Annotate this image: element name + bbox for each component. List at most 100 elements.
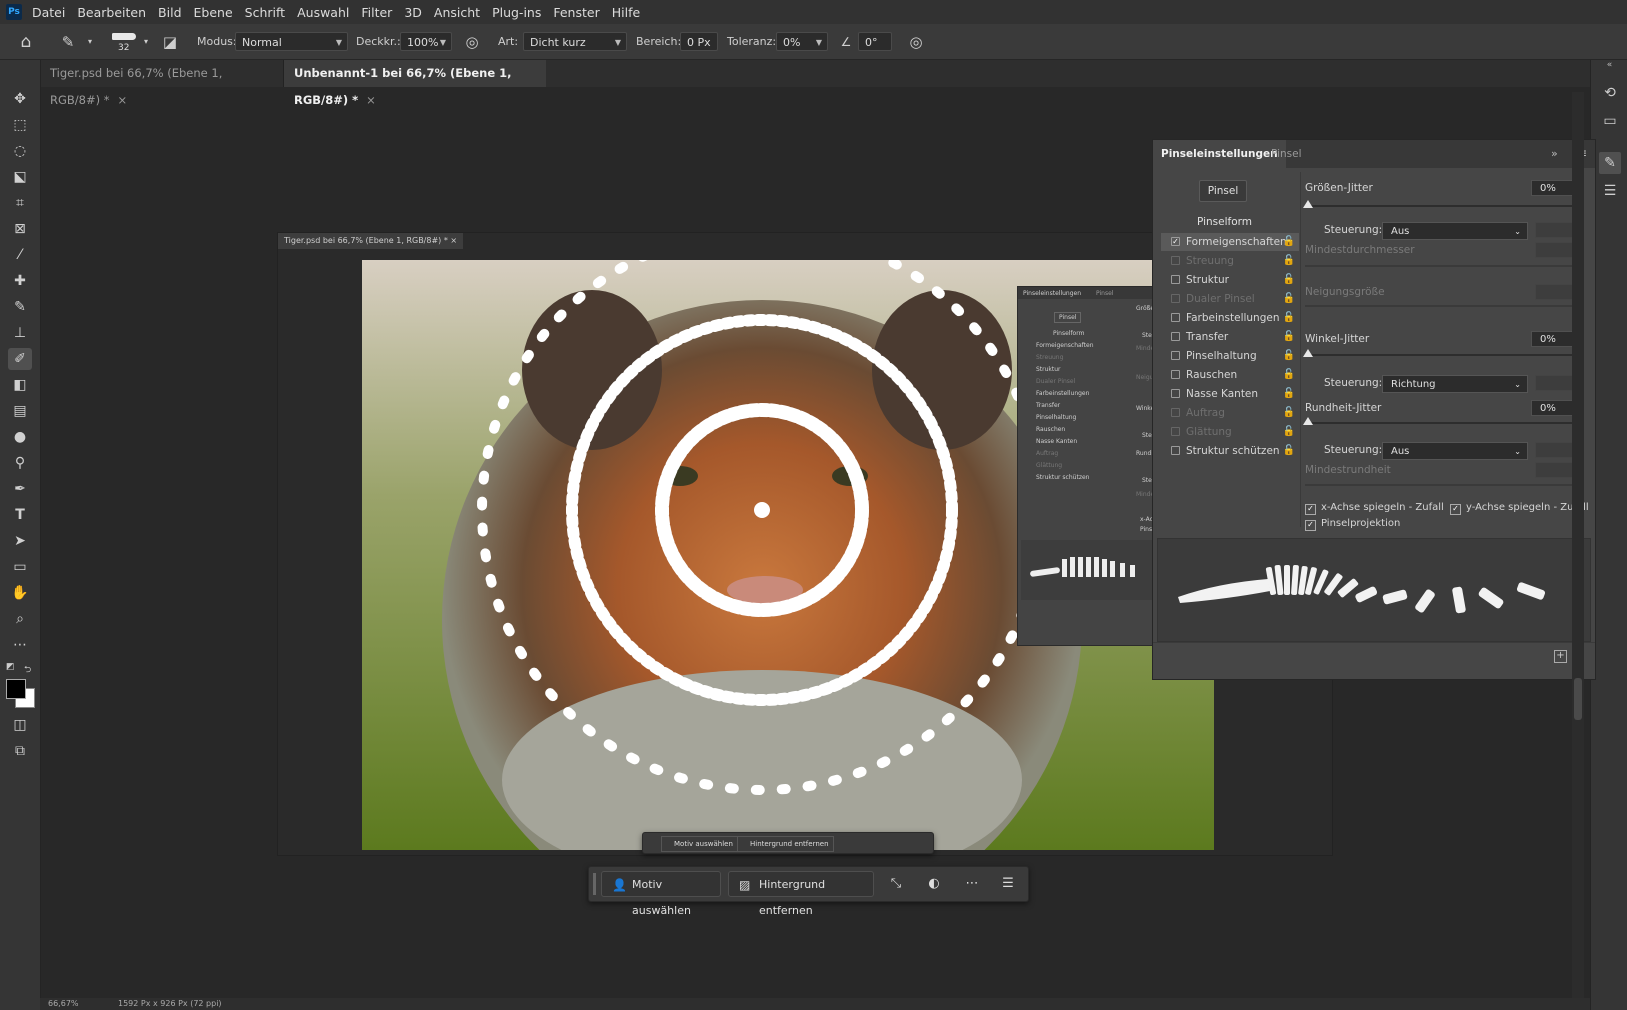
tab-tiger[interactable]: Tiger.psd bei 66,7% (Ebene 1, RGB/8#) * × (40, 60, 284, 107)
tab-pinsel[interactable]: Pinsel (1263, 140, 1310, 168)
frame-tool-icon[interactable]: ⊠ (8, 218, 32, 240)
brush-settings-toggle-icon[interactable]: ◪ (160, 32, 180, 52)
checkbox[interactable] (1171, 256, 1180, 265)
hintergrund-entfernen-button[interactable]: ▨ Hintergrund entfernen (728, 871, 874, 917)
eraser-tool-icon[interactable]: ◧ (8, 374, 32, 396)
gradient-tool-icon[interactable]: ▤ (8, 400, 32, 422)
option-streuung[interactable]: Streuung 🔓 (1161, 252, 1299, 270)
lock-icon[interactable]: 🔓 (1283, 252, 1295, 270)
option-pinselhaltung[interactable]: Pinselhaltung 🔓 (1161, 347, 1299, 365)
y-achse-spiegeln-checkbox[interactable]: ✓ y-Achse spiegeln - Zufall (1450, 502, 1589, 515)
toleranz-input[interactable]: 0% ▼ (776, 32, 828, 51)
zoom-tool-icon[interactable]: ⌕ (8, 608, 32, 630)
menu-plugins[interactable]: Plug-ins (492, 5, 541, 20)
lasso-tool-icon[interactable]: ◌ (8, 140, 32, 162)
default-colors-icon[interactable]: ◩ (6, 662, 15, 672)
menu-fenster[interactable]: Fenster (553, 5, 599, 20)
menu-hilfe[interactable]: Hilfe (612, 5, 640, 20)
checkbox[interactable] (1171, 446, 1180, 455)
close-tab-unbenannt-icon[interactable]: × (366, 93, 376, 107)
option-glaettung[interactable]: Glättung 🔓 (1161, 423, 1299, 441)
vertical-scrollbar[interactable] (1572, 92, 1584, 998)
close-document-window-icon[interactable]: × (450, 236, 457, 245)
comments-icon[interactable]: ▭ (1599, 110, 1621, 132)
option-rauschen[interactable]: Rauschen 🔓 (1161, 366, 1299, 384)
more-tools-icon[interactable]: ⋯ (8, 634, 32, 656)
foreground-color-swatch[interactable] (6, 679, 26, 699)
quick-mask-icon[interactable]: ◫ (8, 714, 32, 736)
document-dimensions[interactable]: 1592 Px x 926 Px (72 ppi) (118, 999, 222, 1008)
steuerung-select-2[interactable]: Richtung ⌄ (1382, 375, 1528, 393)
option-farbeinstellungen[interactable]: Farbeinstellungen 🔓 (1161, 309, 1299, 327)
checkbox[interactable] (1171, 351, 1180, 360)
option-struktur[interactable]: Struktur 🔓 (1161, 271, 1299, 289)
menu-bearbeiten[interactable]: Bearbeiten (77, 5, 146, 20)
swap-colors-icon[interactable]: ⮌ (24, 662, 31, 678)
menu-datei[interactable]: Datei (32, 5, 65, 20)
brush-settings-panel-icon[interactable]: ✎ (1599, 152, 1621, 174)
new-brush-preset-icon[interactable]: + (1554, 650, 1567, 663)
marquee-tool-icon[interactable]: ⬚ (8, 114, 32, 136)
checkbox-checked-icon[interactable]: ✓ (1305, 520, 1316, 531)
checkbox[interactable] (1171, 313, 1180, 322)
groessen-jitter-thumb[interactable] (1303, 200, 1313, 208)
hand-tool-icon[interactable]: ✋ (8, 582, 32, 604)
settings-sliders-icon[interactable]: ☰ (995, 871, 1021, 897)
pinsel-presets-button[interactable]: Pinsel (1199, 180, 1247, 202)
hintergrund-button-small[interactable]: Hintergrund entfernen (737, 836, 834, 852)
art-select[interactable]: Dicht kurz ▼ (523, 32, 627, 51)
motiv-auswaehlen-button[interactable]: 👤 Motiv auswählen (601, 871, 721, 917)
drag-handle-icon[interactable] (593, 873, 596, 895)
screen-mode-icon[interactable]: ⧉ (8, 740, 32, 762)
move-tool-icon[interactable]: ✥ (8, 88, 32, 110)
clone-stamp-tool-icon[interactable]: ⊥ (8, 322, 32, 344)
menu-ebene[interactable]: Ebene (194, 5, 233, 20)
crop-tool-icon[interactable]: ⌗ (8, 192, 32, 214)
rundheit-jitter-thumb[interactable] (1303, 417, 1313, 425)
modus-select[interactable]: Normal ▼ (235, 32, 348, 51)
lock-icon[interactable]: 🔓 (1283, 366, 1295, 384)
option-auftrag[interactable]: Auftrag 🔓 (1161, 404, 1299, 422)
lock-icon[interactable]: 🔓 (1283, 423, 1295, 441)
lock-icon[interactable]: 🔓 (1283, 233, 1295, 251)
lock-icon[interactable]: 🔓 (1283, 309, 1295, 327)
checkbox[interactable] (1171, 389, 1180, 398)
bereich-input[interactable]: 0 Px (680, 32, 718, 51)
winkel-jitter-slider[interactable] (1305, 354, 1581, 356)
checkbox[interactable] (1171, 294, 1180, 303)
type-tool-icon[interactable]: T (8, 504, 32, 526)
menu-ansicht[interactable]: Ansicht (434, 5, 480, 20)
zoom-readout[interactable]: 66,67% (48, 999, 79, 1008)
lock-icon[interactable]: 🔓 (1283, 404, 1295, 422)
mask-icon[interactable]: ◐ (921, 871, 947, 897)
brush-presets-panel-icon[interactable]: ☰ (1599, 180, 1621, 202)
more-options-icon[interactable]: ⋯ (959, 871, 985, 897)
menu-filter[interactable]: Filter (361, 5, 392, 20)
expand-panels-icon[interactable]: « (1591, 60, 1627, 70)
mixer-brush-tool-icon[interactable]: ✎ (58, 32, 78, 52)
eyedropper-tool-icon[interactable]: ⁄ (8, 244, 32, 266)
groessen-jitter-slider[interactable] (1305, 205, 1581, 207)
checkbox[interactable]: ✓ (1171, 237, 1180, 246)
mixer-brush-tool-icon[interactable]: ✐ (8, 348, 32, 370)
close-tab-tiger-icon[interactable]: × (118, 93, 128, 107)
angle-input[interactable]: 0° (858, 32, 892, 51)
checkbox[interactable] (1171, 332, 1180, 341)
brush-picker-chevron-icon[interactable]: ▾ (136, 32, 156, 52)
tab-unbenannt[interactable]: Unbenannt-1 bei 66,7% (Ebene 1, RGB/8#) … (284, 60, 546, 107)
motiv-button-small[interactable]: Motiv auswählen (661, 836, 738, 852)
option-nasse-kanten[interactable]: Nasse Kanten 🔓 (1161, 385, 1299, 403)
lock-icon[interactable]: 🔓 (1283, 385, 1295, 403)
checkbox[interactable] (1171, 370, 1180, 379)
option-transfer[interactable]: Transfer 🔓 (1161, 328, 1299, 346)
vertical-scrollbar-thumb[interactable] (1574, 678, 1582, 720)
checkbox[interactable] (1171, 408, 1180, 417)
menu-3d[interactable]: 3D (404, 5, 422, 20)
option-formeigenschaften[interactable]: ✓ Formeigenschaften 🔓 (1161, 233, 1299, 251)
path-selection-tool-icon[interactable]: ➤ (8, 530, 32, 552)
deckkraft-input[interactable]: 100% ▼ (400, 32, 452, 51)
steuerung-select-1[interactable]: Aus ⌄ (1382, 222, 1528, 240)
winkel-jitter-thumb[interactable] (1303, 349, 1313, 357)
blur-tool-icon[interactable]: ● (8, 426, 32, 448)
lock-icon[interactable]: 🔓 (1283, 347, 1295, 365)
